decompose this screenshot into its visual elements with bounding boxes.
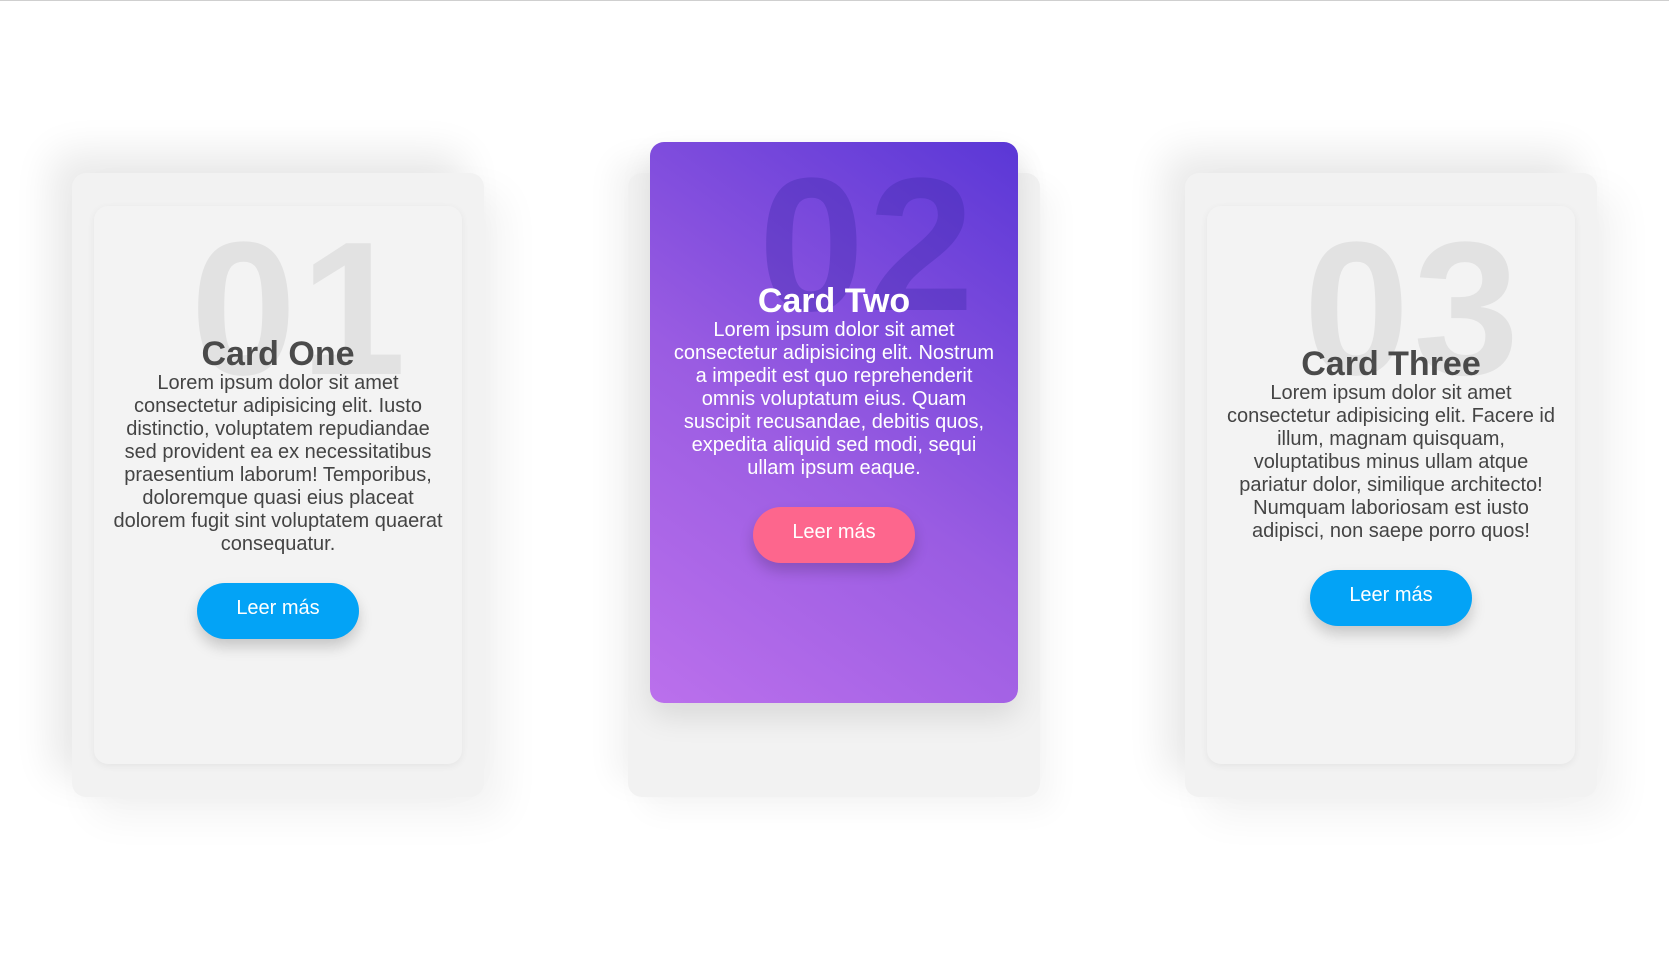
card-one: 01 Card One Lorem ipsum dolor sit amet c… [94,206,462,764]
read-more-button[interactable]: Leer más [753,507,915,563]
card-container-3: 03 Card Three Lorem ipsum dolor sit amet… [1185,173,1597,797]
card-container-1: 01 Card One Lorem ipsum dolor sit amet c… [72,173,484,797]
card-two: 02 Card Two Lorem ipsum dolor sit amet c… [650,142,1018,703]
card-content: Card Three Lorem ipsum dolor sit amet co… [1225,206,1557,626]
top-divider [0,0,1669,1]
card-content: Card One Lorem ipsum dolor sit amet cons… [112,206,444,639]
card-text: Lorem ipsum dolor sit amet consectetur a… [113,372,443,555]
card-container-2: 02 Card Two Lorem ipsum dolor sit amet c… [628,142,1040,797]
card-title: Card One [201,335,355,373]
card-text: Lorem ipsum dolor sit amet consectetur a… [1227,382,1555,542]
card-three: 03 Card Three Lorem ipsum dolor sit amet… [1207,206,1575,764]
card-text: Lorem ipsum dolor sit amet consectetur a… [673,319,995,479]
read-more-button[interactable]: Leer más [197,583,359,639]
read-more-button[interactable]: Leer más [1310,570,1472,626]
read-more-label: Leer más [792,521,876,543]
card-title: Card Three [1301,345,1481,383]
card-title: Card Two [757,282,911,320]
card-content: Card Two Lorem ipsum dolor sit amet cons… [668,142,1000,563]
read-more-label: Leer más [1349,584,1433,606]
read-more-label: Leer más [236,597,320,619]
